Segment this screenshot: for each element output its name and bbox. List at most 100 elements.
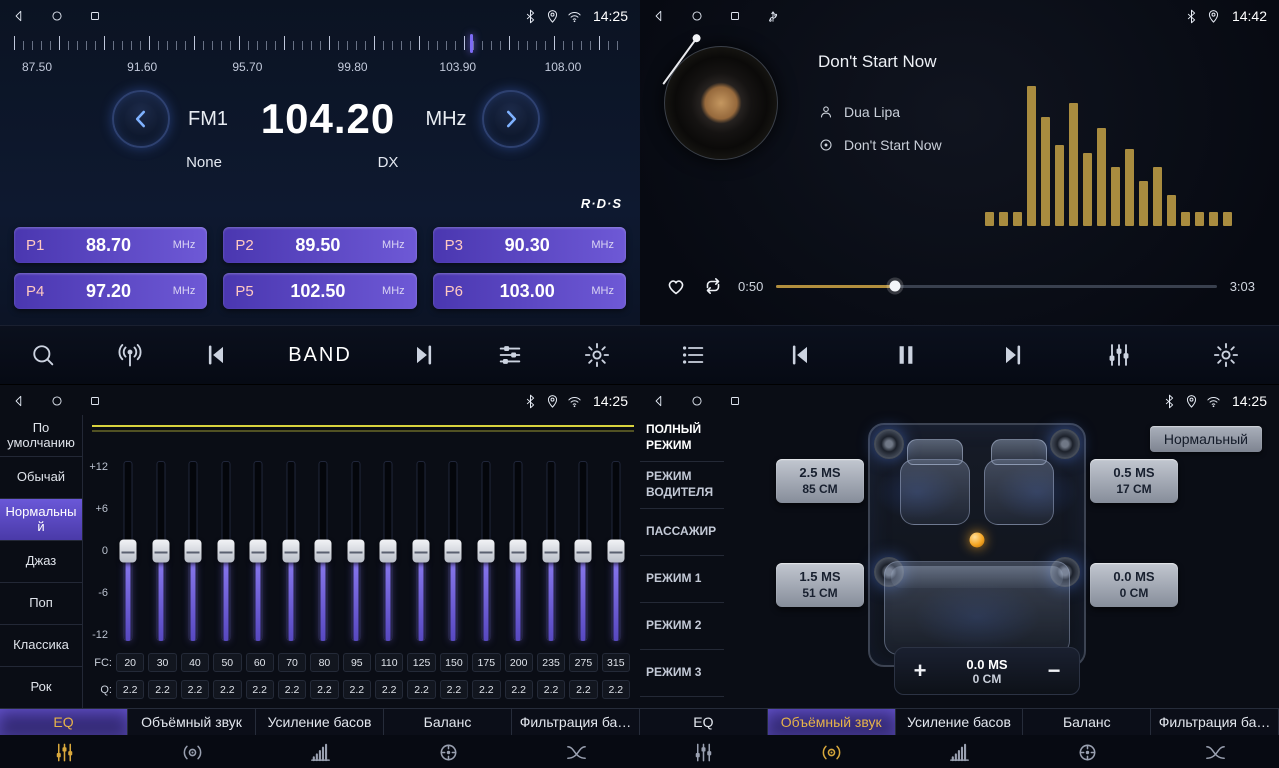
listening-position-marker[interactable]	[970, 533, 985, 548]
listening-mode-item[interactable]: РЕЖИМ 3	[640, 650, 724, 697]
eq-preset-item[interactable]: Нормальный	[0, 499, 82, 541]
search-button[interactable]	[29, 341, 57, 369]
tune-down-button[interactable]	[112, 90, 170, 148]
next-button[interactable]	[410, 341, 438, 369]
sliders-h-button[interactable]	[496, 341, 524, 369]
eq-slider-knob[interactable]	[412, 540, 429, 563]
balance-icon[interactable]	[384, 735, 512, 768]
eq-slider-knob[interactable]	[445, 540, 462, 563]
eq-band-slider[interactable]	[275, 461, 308, 641]
eq-band-slider[interactable]	[405, 461, 438, 641]
nav-back-icon[interactable]	[652, 9, 666, 23]
nav-home-icon[interactable]	[50, 9, 64, 23]
gear-button[interactable]	[583, 341, 611, 369]
eq-band-slider[interactable]	[470, 461, 503, 641]
eq-slider-knob[interactable]	[542, 540, 559, 563]
nav-home-icon[interactable]	[50, 394, 64, 408]
eq-slider-knob[interactable]	[477, 540, 494, 563]
band-button[interactable]: BAND	[288, 344, 352, 367]
listening-mode-item[interactable]: ПОЛНЫЙ РЕЖИМ	[640, 415, 724, 462]
sliders-v-button[interactable]	[1105, 341, 1133, 369]
favorite-button[interactable]	[664, 274, 688, 298]
eq-slider-knob[interactable]	[347, 540, 364, 563]
gear-button[interactable]	[1212, 341, 1240, 369]
tab-filter[interactable]: Фильтрация ба…	[512, 709, 640, 735]
tab-surround-sound[interactable]: Объёмный звук	[128, 709, 256, 735]
eq-slider-knob[interactable]	[380, 540, 397, 563]
repeat-button[interactable]	[701, 274, 725, 298]
eq-band-slider[interactable]	[242, 461, 275, 641]
eq-band-slider[interactable]	[372, 461, 405, 641]
broadcast-button[interactable]	[116, 341, 144, 369]
listening-mode-item[interactable]: РЕЖИМ 1	[640, 556, 724, 603]
eq-slider-knob[interactable]	[575, 540, 592, 563]
eq-slider-knob[interactable]	[510, 540, 527, 563]
preset-button[interactable]: P390.30MHz	[433, 227, 626, 263]
nav-home-icon[interactable]	[690, 394, 704, 408]
tab-bass-boost[interactable]: Усиление басов	[256, 709, 384, 735]
eq-band-slider[interactable]	[535, 461, 568, 641]
filter-icon[interactable]	[512, 735, 640, 768]
eq-slider-knob[interactable]	[282, 540, 299, 563]
eq-band-slider[interactable]	[502, 461, 535, 641]
eq-icon[interactable]	[640, 735, 768, 768]
tab-surround-sound[interactable]: Объёмный звук	[768, 709, 896, 735]
tab-balance[interactable]: Баланс	[1023, 709, 1151, 735]
bass-boost-icon[interactable]	[256, 735, 384, 768]
eq-icon[interactable]	[0, 735, 128, 768]
preset-button[interactable]: P5102.50MHz	[223, 273, 416, 309]
balance-icon[interactable]	[1023, 735, 1151, 768]
tab-eq[interactable]: EQ	[640, 709, 768, 735]
filter-icon[interactable]	[1151, 735, 1279, 768]
eq-slider-knob[interactable]	[185, 540, 202, 563]
eq-band-slider[interactable]	[437, 461, 470, 641]
delay-decrease-button[interactable]: −	[1039, 656, 1069, 686]
preset-button[interactable]: P497.20MHz	[14, 273, 207, 309]
prev-button[interactable]	[786, 341, 814, 369]
eq-band-slider[interactable]	[210, 461, 243, 641]
surround-preset-button[interactable]: Нормальный	[1150, 426, 1262, 452]
eq-slider-knob[interactable]	[120, 540, 137, 563]
tab-eq[interactable]: EQ	[0, 709, 128, 735]
tab-balance[interactable]: Баланс	[384, 709, 512, 735]
eq-band-slider[interactable]	[145, 461, 178, 641]
pause-button[interactable]	[892, 341, 920, 369]
eq-band-slider[interactable]	[600, 461, 633, 641]
eq-slider-knob[interactable]	[217, 540, 234, 563]
eq-preset-item[interactable]: Поп	[0, 583, 82, 625]
eq-band-slider[interactable]	[567, 461, 600, 641]
delay-increase-button[interactable]: +	[905, 656, 935, 686]
album-art[interactable]	[664, 46, 778, 160]
playlist-button[interactable]	[679, 341, 707, 369]
eq-band-slider[interactable]	[307, 461, 340, 641]
eq-slider-knob[interactable]	[152, 540, 169, 563]
tune-up-button[interactable]	[482, 90, 540, 148]
nav-recents-icon[interactable]	[728, 394, 742, 408]
nav-back-icon[interactable]	[652, 394, 666, 408]
eq-preset-item[interactable]: Рок	[0, 667, 82, 709]
preset-button[interactable]: P289.50MHz	[223, 227, 416, 263]
nav-back-icon[interactable]	[12, 394, 26, 408]
nav-back-icon[interactable]	[12, 9, 26, 23]
listening-mode-item[interactable]: ПАССАЖИР	[640, 509, 724, 556]
eq-band-slider[interactable]	[340, 461, 373, 641]
seek-bar[interactable]	[776, 285, 1216, 288]
delay-front-right-button[interactable]: 0.5 MS17 CM	[1090, 459, 1178, 503]
eq-preset-item[interactable]: Обычай	[0, 457, 82, 499]
eq-band-slider[interactable]	[177, 461, 210, 641]
bass-boost-icon[interactable]	[896, 735, 1024, 768]
next-button[interactable]	[999, 341, 1027, 369]
nav-home-icon[interactable]	[690, 9, 704, 23]
eq-preset-item[interactable]: Джаз	[0, 541, 82, 583]
surround-sound-icon[interactable]	[768, 735, 896, 768]
preset-button[interactable]: P188.70MHz	[14, 227, 207, 263]
eq-preset-item[interactable]: По умолчанию	[0, 415, 82, 457]
surround-sound-icon[interactable]	[128, 735, 256, 768]
delay-rear-left-button[interactable]: 1.5 MS51 CM	[776, 563, 864, 607]
nav-recents-icon[interactable]	[88, 394, 102, 408]
delay-front-left-button[interactable]: 2.5 MS85 CM	[776, 459, 864, 503]
prev-button[interactable]	[202, 341, 230, 369]
delay-rear-right-button[interactable]: 0.0 MS0 CM	[1090, 563, 1178, 607]
listening-mode-item[interactable]: РЕЖИМ 2	[640, 603, 724, 650]
eq-preset-item[interactable]: Классика	[0, 625, 82, 667]
